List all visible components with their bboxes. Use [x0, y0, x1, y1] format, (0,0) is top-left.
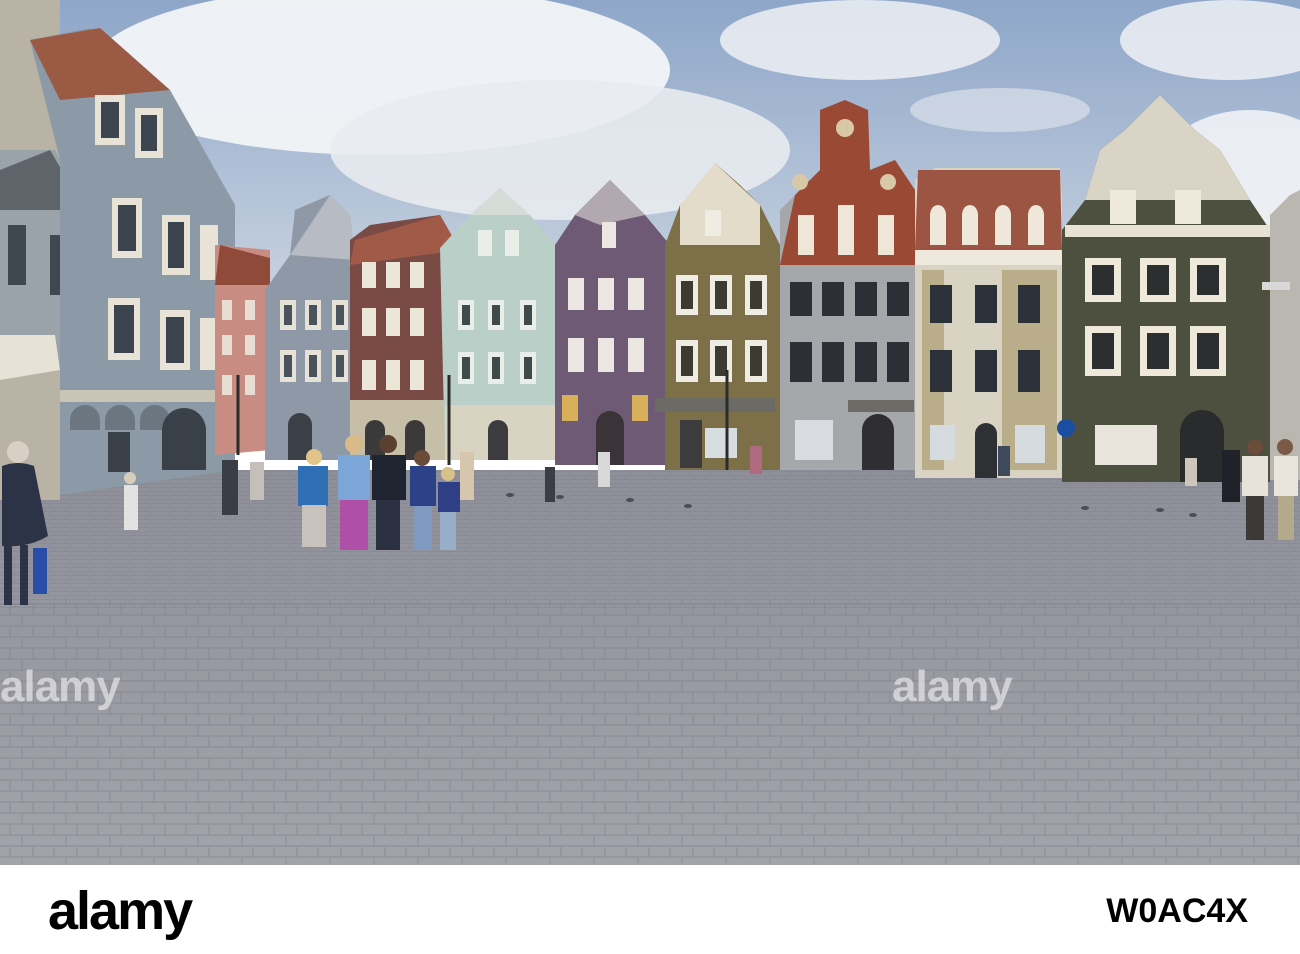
town-square-photo: alamy alamy — [0, 0, 1300, 865]
cobblestone-square — [0, 470, 1300, 865]
image-code: W0AC4X — [1106, 892, 1248, 930]
far-pink-house — [215, 245, 270, 455]
cream-gothic-window-house — [915, 168, 1062, 478]
watermark-left: alamy — [0, 662, 121, 711]
stock-footer-bar: alamy W0AC4X — [0, 865, 1300, 954]
alamy-logo: alamy — [48, 881, 193, 941]
photo-page: alamy alamy alamy W0AC4X — [0, 0, 1300, 954]
watermark-right: alamy — [892, 662, 1013, 711]
